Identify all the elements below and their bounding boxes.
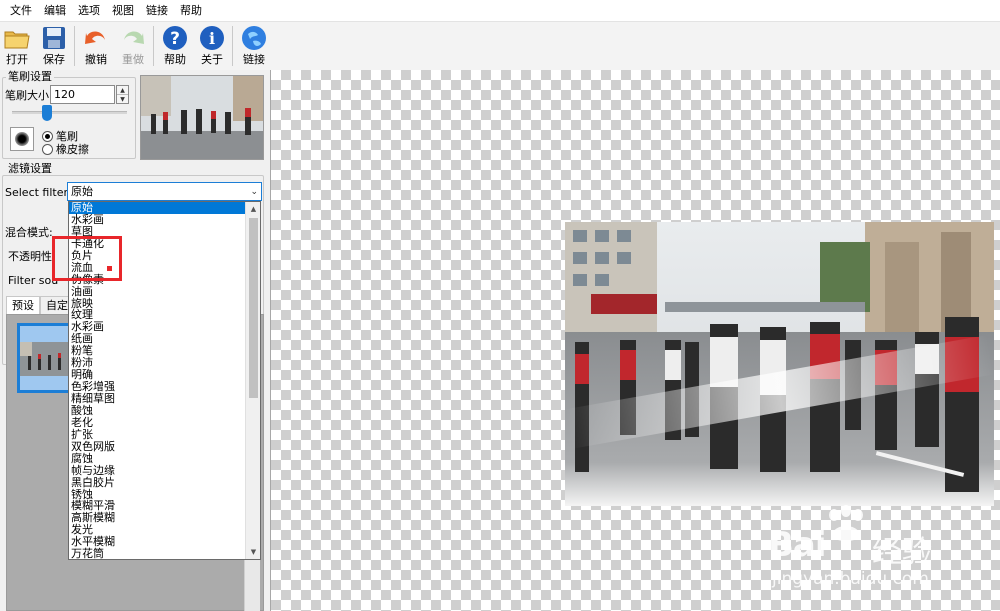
menu-file[interactable]: 文件 bbox=[4, 0, 38, 22]
menu-view[interactable]: 视图 bbox=[106, 0, 140, 22]
scroll-down-icon[interactable]: ▼ bbox=[246, 545, 260, 559]
filter-option[interactable]: 黑白胶片 bbox=[69, 476, 260, 489]
dropdown-scrollbar[interactable]: ▲ ▼ bbox=[245, 202, 260, 559]
filter-option[interactable]: 高斯模糊 bbox=[69, 512, 260, 524]
link-button[interactable]: 链接 bbox=[237, 22, 271, 70]
filter-option[interactable]: 腐蚀 bbox=[69, 452, 260, 465]
preset-thumbnail[interactable] bbox=[17, 323, 73, 393]
about-button[interactable]: i 关于 bbox=[195, 22, 229, 70]
undo-label: 撤销 bbox=[85, 53, 107, 66]
watermark-url: jingyan.baidu.com bbox=[772, 569, 929, 589]
source-thumbnail[interactable] bbox=[140, 75, 264, 160]
svg-text:?: ? bbox=[170, 29, 180, 49]
brush-settings-title: 笔刷设置 bbox=[6, 70, 54, 83]
scroll-up-icon[interactable]: ▲ bbox=[246, 202, 260, 216]
filter-select[interactable]: 原始 ⌄ bbox=[67, 182, 262, 201]
filter-option[interactable]: 水彩画 bbox=[69, 213, 260, 226]
filter-option[interactable]: 老化 bbox=[69, 416, 260, 429]
globe-icon bbox=[241, 25, 267, 51]
chevron-down-icon[interactable]: ⌄ bbox=[250, 184, 258, 201]
menu-bar: 文件 编辑 选项 视图 链接 帮助 bbox=[0, 0, 1000, 22]
redo-button[interactable]: 重做 bbox=[116, 22, 150, 70]
blend-mode-label: 混合模式: bbox=[5, 226, 53, 239]
toolbar-separator bbox=[74, 26, 75, 66]
filter-option[interactable]: 双色网版 bbox=[69, 440, 260, 453]
filter-option[interactable]: 油画 bbox=[69, 285, 260, 298]
radio-unchecked-icon bbox=[42, 143, 53, 155]
brush-size-label: 笔刷大小: bbox=[5, 89, 53, 102]
baidu-watermark: Bai 经验 jingyan.baidu.com bbox=[768, 505, 998, 595]
question-icon: ? bbox=[162, 25, 188, 51]
spin-down-icon[interactable]: ▼ bbox=[117, 95, 128, 104]
undo-icon bbox=[83, 25, 109, 51]
toolbar: 打开 保存 撤销 重做 ? 帮助 i 关于 链接 bbox=[0, 22, 1000, 70]
redo-label: 重做 bbox=[122, 53, 144, 66]
open-label: 打开 bbox=[6, 53, 28, 66]
undo-button[interactable]: 撤销 bbox=[79, 22, 113, 70]
toolbar-separator bbox=[232, 26, 233, 66]
highlight-dot bbox=[107, 266, 112, 271]
eraser-radio[interactable]: 橡皮擦 bbox=[42, 141, 89, 157]
filter-option[interactable]: 水彩画 bbox=[69, 321, 260, 333]
help-button[interactable]: ? 帮助 bbox=[158, 22, 192, 70]
filter-select-value: 原始 bbox=[71, 185, 93, 198]
preset-tabs: 预设 自定 bbox=[6, 296, 74, 314]
folder-icon bbox=[4, 25, 30, 51]
menu-edit[interactable]: 编辑 bbox=[38, 0, 72, 22]
filter-option[interactable]: 纸画 bbox=[69, 333, 260, 345]
redo-icon bbox=[120, 25, 146, 51]
radio-checked-icon bbox=[42, 130, 53, 142]
filter-settings-title: 滤镜设置 bbox=[6, 162, 54, 175]
about-label: 关于 bbox=[201, 53, 223, 66]
menu-options[interactable]: 选项 bbox=[72, 0, 106, 22]
brush-size-spinner[interactable]: ▲ ▼ bbox=[116, 85, 129, 104]
highlight-box bbox=[52, 236, 122, 281]
filter-option[interactable]: 旅映 bbox=[69, 297, 260, 310]
help-label: 帮助 bbox=[164, 53, 186, 66]
edited-photo[interactable] bbox=[565, 222, 994, 506]
filter-option[interactable]: 万花筒 bbox=[69, 548, 260, 559]
spin-up-icon[interactable]: ▲ bbox=[117, 86, 128, 95]
brush-preview bbox=[10, 127, 34, 151]
filter-source-label: Filter sou bbox=[8, 274, 59, 287]
save-button[interactable]: 保存 bbox=[37, 22, 71, 70]
filter-option[interactable]: 粉笔 bbox=[69, 345, 260, 357]
filter-option[interactable]: 精细草图 bbox=[69, 393, 260, 405]
svg-text:i: i bbox=[209, 29, 215, 48]
menu-help[interactable]: 帮助 bbox=[174, 0, 208, 22]
opacity-label: 不透明性 bbox=[8, 250, 52, 263]
tab-presets[interactable]: 预设 bbox=[6, 296, 40, 314]
scrollbar-thumb[interactable] bbox=[249, 218, 258, 398]
watermark-brand: Bai bbox=[768, 525, 827, 565]
filter-option[interactable]: 粉沛 bbox=[69, 357, 260, 369]
eraser-radio-label: 橡皮擦 bbox=[56, 143, 89, 156]
watermark-brand-suffix: 经验 bbox=[872, 535, 932, 570]
brush-dot-icon bbox=[15, 132, 29, 146]
open-button[interactable]: 打开 bbox=[0, 22, 34, 70]
link-label: 链接 bbox=[243, 53, 265, 66]
floppy-icon bbox=[41, 25, 67, 51]
filter-option[interactable]: 扩张 bbox=[69, 428, 260, 441]
brush-size-slider-track[interactable] bbox=[12, 111, 127, 114]
brush-size-input[interactable]: 120 bbox=[50, 85, 115, 104]
brush-size-slider-handle[interactable] bbox=[41, 105, 52, 121]
filter-option[interactable]: 酸蚀 bbox=[69, 404, 260, 417]
filter-option[interactable]: 帧与边缘 bbox=[69, 464, 260, 477]
info-icon: i bbox=[199, 25, 225, 51]
toolbar-separator bbox=[153, 26, 154, 66]
save-label: 保存 bbox=[43, 53, 65, 66]
select-filter-label: Select filter: bbox=[5, 186, 72, 199]
menu-link[interactable]: 链接 bbox=[140, 0, 174, 22]
paw-icon bbox=[829, 505, 863, 541]
